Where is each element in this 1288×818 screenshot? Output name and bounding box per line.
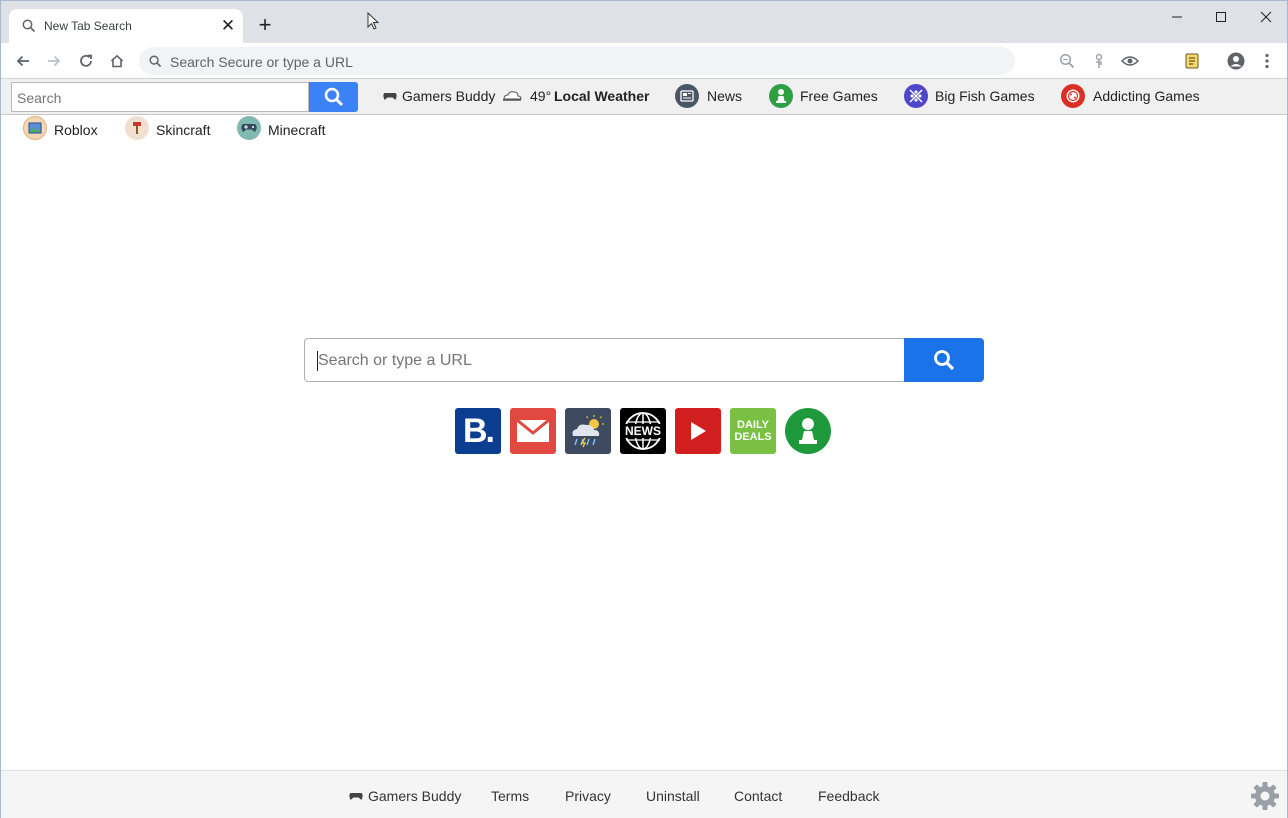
pawn-icon xyxy=(769,84,793,108)
footer-link-terms[interactable]: Terms xyxy=(491,788,529,804)
weather-cloud-icon xyxy=(503,91,522,101)
weather-tile[interactable] xyxy=(565,408,611,454)
toolbar-link-addicting-games[interactable]: Addicting Games xyxy=(1093,88,1200,104)
pawn-icon xyxy=(799,418,817,444)
bookmark-skincraft[interactable]: Skincraft xyxy=(156,122,210,138)
extension-key-icon[interactable] xyxy=(1090,52,1108,70)
gamepad-icon xyxy=(383,93,397,100)
news-tile-label: NEWS xyxy=(624,424,662,438)
mouse-cursor-icon xyxy=(367,12,379,30)
search-icon xyxy=(324,87,343,107)
close-window-icon[interactable] xyxy=(1254,7,1278,27)
toolbar-link-local-weather[interactable]: Local Weather xyxy=(554,88,649,104)
menu-kebab-icon[interactable] xyxy=(1258,52,1276,70)
forward-arrow-icon[interactable] xyxy=(44,51,64,71)
toolbar-link-gamers-buddy[interactable]: Gamers Buddy xyxy=(402,88,495,104)
footer: Gamers Buddy Terms Privacy Uninstall Con… xyxy=(1,770,1287,818)
gear-icon[interactable] xyxy=(1249,780,1281,812)
play-icon xyxy=(691,422,706,440)
image-icon xyxy=(23,116,47,140)
footer-link-privacy[interactable]: Privacy xyxy=(565,788,611,804)
browser-window: New Tab Search ✕ + Search Secure or type… xyxy=(0,0,1288,818)
search-icon xyxy=(149,55,162,68)
main-search-placeholder: Search or type a URL xyxy=(318,352,472,369)
games-tile[interactable] xyxy=(785,408,831,454)
footer-link-uninstall[interactable]: Uninstall xyxy=(646,788,700,804)
new-tab-button[interactable]: + xyxy=(255,14,275,36)
minimize-icon[interactable] xyxy=(1165,7,1189,27)
booking-tile[interactable]: B. xyxy=(455,408,501,454)
daily-deals-tile[interactable]: DAILY DEALS xyxy=(730,408,776,454)
toolbar-link-big-fish-games[interactable]: Big Fish Games xyxy=(935,88,1035,104)
daily-deals-label: DAILY DEALS xyxy=(734,419,772,443)
dice-icon xyxy=(1061,84,1085,108)
news-tile[interactable]: NEWS xyxy=(620,408,666,454)
youtube-tile[interactable] xyxy=(675,408,721,454)
tab-new-tab-search[interactable]: New Tab Search ✕ xyxy=(9,9,243,43)
puzzle-icon xyxy=(904,84,928,108)
gmail-tile[interactable] xyxy=(510,408,556,454)
toolbar-search-placeholder: Search xyxy=(17,90,62,106)
extension-tag-icon[interactable] xyxy=(1183,52,1201,70)
footer-link-gamers-buddy[interactable]: Gamers Buddy xyxy=(368,788,461,804)
toolbar-weather-temp[interactable]: 49° xyxy=(530,88,551,104)
toolbar-search-button[interactable] xyxy=(309,82,358,112)
toolbar-search-input[interactable]: Search xyxy=(11,82,309,112)
browser-toolbar: Search Secure or type a URL xyxy=(1,43,1287,79)
mail-envelope-icon xyxy=(516,419,550,442)
reload-icon[interactable] xyxy=(76,51,96,71)
gamepad-icon xyxy=(349,793,363,800)
address-bar-placeholder: Search Secure or type a URL xyxy=(170,54,353,70)
zoom-icon[interactable] xyxy=(1058,52,1076,70)
address-bar[interactable]: Search Secure or type a URL xyxy=(139,47,1015,75)
search-icon xyxy=(934,350,955,371)
maximize-icon[interactable] xyxy=(1209,7,1233,27)
controller-icon xyxy=(237,116,261,140)
bookmark-minecraft[interactable]: Minecraft xyxy=(268,122,326,138)
footer-link-contact[interactable]: Contact xyxy=(734,788,782,804)
paint-roller-icon xyxy=(125,116,149,140)
main-search-button[interactable] xyxy=(904,338,984,382)
toolbar-link-news[interactable]: News xyxy=(707,88,742,104)
profile-avatar-icon[interactable] xyxy=(1227,52,1245,70)
back-arrow-icon[interactable] xyxy=(13,51,33,71)
booking-logo: B. xyxy=(463,411,495,450)
home-icon[interactable] xyxy=(107,51,127,71)
main-search-input[interactable]: Search or type a URL xyxy=(304,338,905,382)
footer-link-feedback[interactable]: Feedback xyxy=(818,788,879,804)
tab-strip: New Tab Search ✕ + xyxy=(1,1,1287,43)
tab-close-icon[interactable]: ✕ xyxy=(220,17,236,34)
bookmark-roblox[interactable]: Roblox xyxy=(54,122,98,138)
newspaper-icon xyxy=(675,84,699,108)
eye-icon[interactable] xyxy=(1121,52,1139,70)
search-icon xyxy=(22,19,36,33)
tab-title: New Tab Search xyxy=(44,19,132,33)
toolbar-link-free-games[interactable]: Free Games xyxy=(800,88,878,104)
extension-toolbar: Search Gamers Buddy 49° Local Weather Ne… xyxy=(1,79,1287,115)
weather-storm-icon xyxy=(572,415,604,448)
